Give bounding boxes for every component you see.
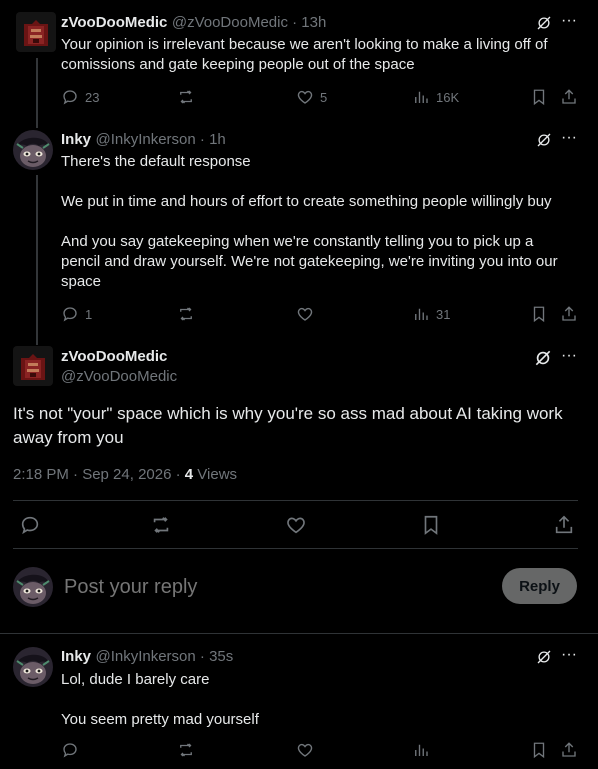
more-icon[interactable]: ··· xyxy=(561,347,577,365)
like-icon xyxy=(296,305,314,323)
reply-icon xyxy=(19,514,41,536)
bookmark-button[interactable] xyxy=(530,741,548,759)
avatar[interactable] xyxy=(13,346,53,386)
views-icon xyxy=(412,741,430,759)
repost-icon xyxy=(177,305,195,323)
like-icon xyxy=(296,741,314,759)
grok-icon[interactable] xyxy=(535,131,553,154)
views-button[interactable]: 31 xyxy=(412,305,450,323)
like-button[interactable] xyxy=(296,741,314,759)
bookmark-icon xyxy=(530,88,548,106)
reply-button[interactable]: 23 xyxy=(61,88,99,106)
divider xyxy=(13,500,578,501)
author-handle[interactable]: @zVooDooMedic xyxy=(61,368,177,385)
author-name[interactable]: zVooDooMedic xyxy=(61,348,167,365)
thread-line xyxy=(36,58,38,128)
post-text: It's not "your" space which is why you'r… xyxy=(13,404,563,447)
bookmark-icon xyxy=(530,741,548,759)
reply-button[interactable]: 1 xyxy=(61,305,92,323)
post-text: Lol, dude I barely care You seem pretty … xyxy=(61,671,259,728)
reply-input[interactable] xyxy=(62,572,486,602)
author-name[interactable]: Inky xyxy=(61,648,91,665)
more-icon[interactable]: ··· xyxy=(561,646,577,664)
reply-button[interactable]: Reply xyxy=(502,568,577,604)
avatar[interactable] xyxy=(13,130,53,170)
views-count: 4 xyxy=(184,466,194,483)
avatar[interactable] xyxy=(16,12,56,52)
views-button[interactable]: 16K xyxy=(412,88,459,106)
share-button[interactable] xyxy=(553,514,575,536)
more-icon[interactable]: ··· xyxy=(561,12,577,30)
divider xyxy=(0,633,598,634)
post-text: There's the default response We put in t… xyxy=(61,153,558,290)
grok-icon[interactable] xyxy=(533,348,553,373)
repost-button[interactable] xyxy=(177,305,201,323)
views-icon xyxy=(412,305,430,323)
author-meta[interactable]: @zVooDooMedic · 13h xyxy=(172,14,326,31)
share-button[interactable] xyxy=(560,88,578,106)
author-name[interactable]: zVooDooMedic xyxy=(61,14,167,31)
bookmark-button[interactable] xyxy=(420,514,442,536)
repost-icon xyxy=(177,741,195,759)
share-icon xyxy=(560,88,578,106)
repost-button[interactable] xyxy=(177,88,201,106)
views-button[interactable] xyxy=(412,741,430,759)
reply-button[interactable] xyxy=(61,741,79,759)
more-icon[interactable]: ··· xyxy=(561,129,577,147)
repost-icon xyxy=(150,514,172,536)
share-icon xyxy=(560,741,578,759)
author-meta[interactable]: @InkyInkerson · 1h xyxy=(95,131,225,148)
reply-button[interactable] xyxy=(19,514,41,536)
bookmark-button[interactable] xyxy=(530,88,548,106)
share-button[interactable] xyxy=(560,741,578,759)
like-icon xyxy=(285,514,307,536)
repost-button[interactable] xyxy=(177,741,195,759)
reply-icon xyxy=(61,88,79,106)
like-button[interactable]: 5 xyxy=(296,88,327,106)
divider xyxy=(13,548,578,549)
grok-icon[interactable] xyxy=(535,648,553,671)
reply-icon xyxy=(61,741,79,759)
bookmark-icon xyxy=(530,305,548,323)
like-icon xyxy=(296,88,314,106)
share-icon xyxy=(553,514,575,536)
reply-icon xyxy=(61,305,79,323)
repost-icon xyxy=(177,88,195,106)
thread-line xyxy=(36,175,38,345)
share-icon xyxy=(560,305,578,323)
avatar xyxy=(13,567,53,607)
share-button[interactable] xyxy=(560,305,578,323)
bookmark-icon xyxy=(420,514,442,536)
like-button[interactable] xyxy=(285,514,307,536)
like-button[interactable] xyxy=(296,305,320,323)
author-meta[interactable]: @InkyInkerson · 35s xyxy=(95,648,233,665)
avatar[interactable] xyxy=(13,647,53,687)
grok-icon[interactable] xyxy=(535,14,553,37)
post-text: Your opinion is irrelevant because we ar… xyxy=(61,36,548,73)
bookmark-button[interactable] xyxy=(530,305,548,323)
post-timestamp: 2:18 PM · Sep 24, 2026 · 4 Views xyxy=(13,466,238,483)
author-name[interactable]: Inky xyxy=(61,131,91,148)
repost-button[interactable] xyxy=(150,514,172,536)
views-icon xyxy=(412,88,430,106)
